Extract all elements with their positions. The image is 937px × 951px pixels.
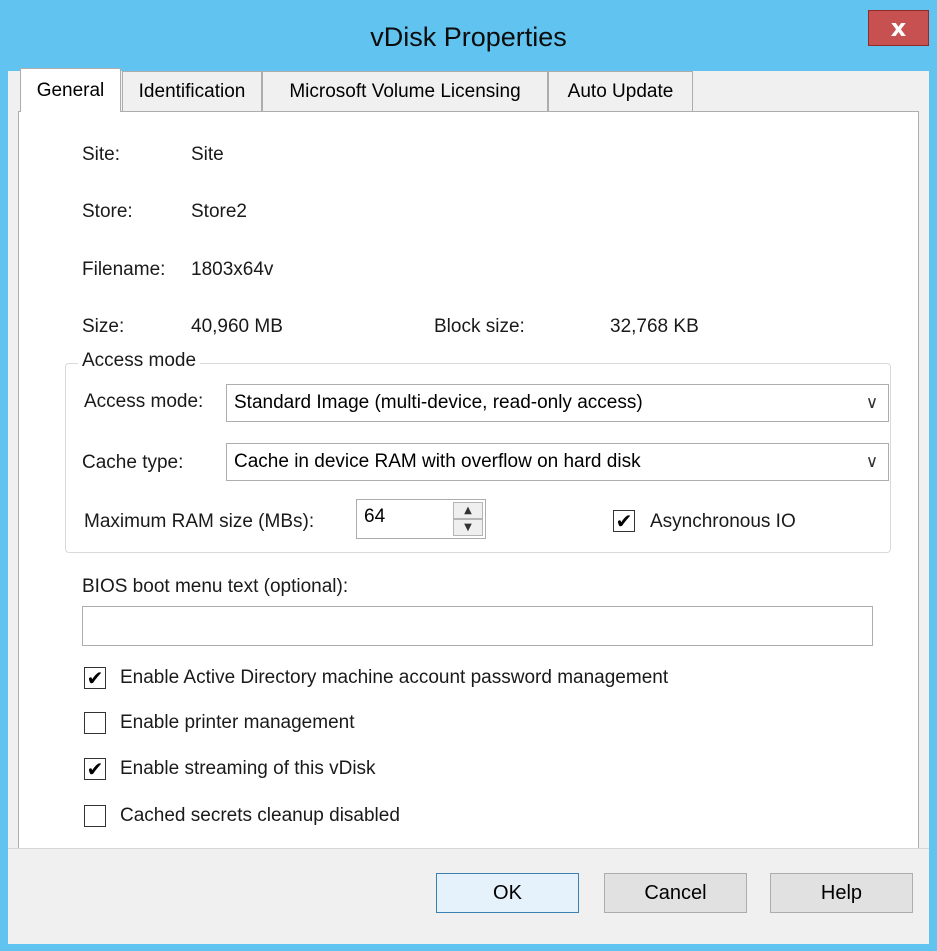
spin-down-button[interactable]: ▼ (453, 519, 483, 536)
help-button-label: Help (820, 882, 863, 904)
printer-management-label: Enable printer management (120, 712, 355, 733)
cached-secrets-label: Cached secrets cleanup disabled (120, 805, 400, 826)
tab-microsoft-volume-licensing-label: Microsoft Volume Licensing (289, 81, 521, 102)
streaming-label: Enable streaming of this vDisk (120, 758, 376, 779)
size-value: 40,960 MB (191, 316, 283, 337)
max-ram-spinbox[interactable]: 64 ▲ ▼ (356, 499, 486, 539)
check-icon: ✔ (86, 666, 104, 690)
chevron-down-icon: ∨ (865, 393, 879, 413)
tab-auto-update[interactable]: Auto Update (548, 71, 693, 111)
async-io-label: Asynchronous IO (650, 511, 796, 532)
tab-general[interactable]: General (20, 68, 121, 112)
tab-identification[interactable]: Identification (122, 71, 262, 111)
ok-button-label: OK (493, 882, 522, 904)
printer-management-checkbox[interactable] (84, 712, 106, 734)
max-ram-value: 64 (364, 506, 386, 527)
window-title: vDisk Properties (370, 22, 567, 52)
cache-type-label: Cache type: (82, 452, 184, 473)
site-label: Site: (82, 144, 121, 165)
access-mode-group-legend: Access mode (78, 350, 201, 372)
access-mode-select-value: Standard Image (multi-device, read-only … (234, 392, 643, 413)
ok-button[interactable]: OK (436, 873, 579, 913)
bios-menu-text-label: BIOS boot menu text (optional): (82, 576, 349, 597)
spin-up-icon: ▲ (464, 505, 472, 516)
access-mode-label: Access mode: (84, 391, 204, 412)
dialog-client: General Identification Microsoft Volume … (8, 68, 929, 944)
async-io-checkbox[interactable]: ✔ (613, 510, 635, 532)
block-size-value: 32,768 KB (610, 316, 699, 337)
ad-password-label: Enable Active Directory machine account … (120, 667, 669, 688)
tab-auto-update-label: Auto Update (567, 81, 674, 102)
title-bar[interactable]: vDisk Properties x (0, 0, 937, 80)
max-ram-label: Maximum RAM size (MBs): (84, 511, 315, 532)
tab-identification-label: Identification (138, 81, 246, 102)
store-label: Store: (82, 201, 133, 222)
tab-general-label: General (36, 80, 105, 101)
chevron-down-icon: ∨ (865, 452, 879, 472)
store-value: Store2 (191, 201, 247, 222)
filename-label: Filename: (82, 259, 166, 280)
cancel-button-label: Cancel (644, 882, 707, 904)
block-size-label: Block size: (434, 316, 525, 337)
access-mode-select[interactable]: Standard Image (multi-device, read-only … (226, 384, 889, 422)
close-button[interactable]: x (868, 10, 929, 46)
close-icon: x (890, 14, 907, 42)
filename-value: 1803x64v (191, 259, 274, 280)
bios-menu-text-input[interactable] (82, 606, 873, 646)
streaming-checkbox[interactable]: ✔ (84, 758, 106, 780)
cancel-button[interactable]: Cancel (604, 873, 747, 913)
cached-secrets-checkbox[interactable] (84, 805, 106, 827)
ad-password-checkbox[interactable]: ✔ (84, 667, 106, 689)
cache-type-select-value: Cache in device RAM with overflow on har… (234, 451, 641, 472)
spin-up-button[interactable]: ▲ (453, 502, 483, 519)
tab-microsoft-volume-licensing[interactable]: Microsoft Volume Licensing (262, 71, 548, 111)
spin-down-icon: ▼ (464, 522, 472, 533)
size-label: Size: (82, 316, 125, 337)
cache-type-select[interactable]: Cache in device RAM with overflow on har… (226, 443, 889, 481)
site-value: Site (191, 144, 224, 165)
check-icon: ✔ (615, 509, 633, 533)
check-icon: ✔ (86, 757, 104, 781)
spin-buttons: ▲ ▼ (453, 502, 483, 536)
help-button[interactable]: Help (770, 873, 913, 913)
dialog-window: vDisk Properties x General Identificatio… (0, 0, 937, 951)
